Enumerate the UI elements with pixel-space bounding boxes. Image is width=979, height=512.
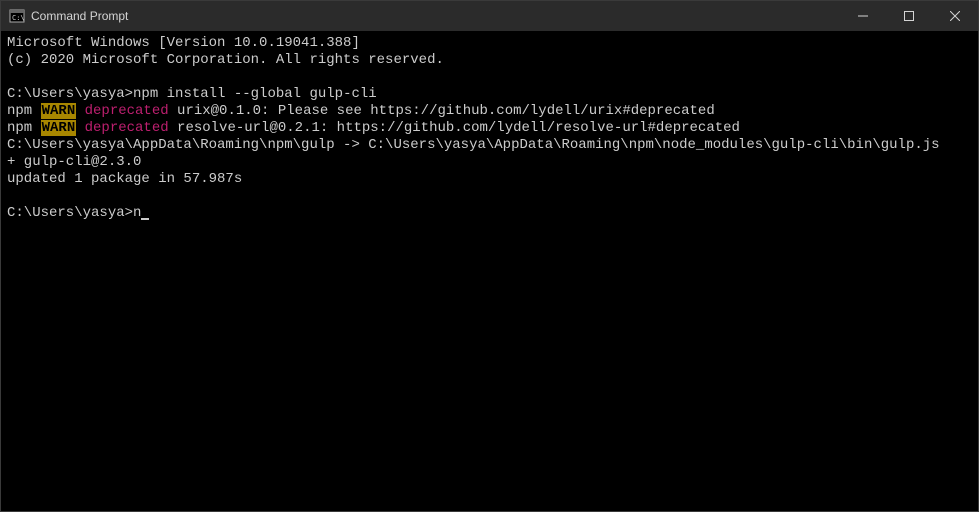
warn-badge: WARN: [41, 103, 77, 119]
deprecated-label: deprecated: [76, 103, 168, 119]
terminal-line: C:\Users\yasya\AppData\Roaming\npm\gulp …: [7, 137, 972, 154]
window-title: Command Prompt: [31, 9, 128, 23]
warn-badge: WARN: [41, 120, 77, 136]
deprecated-label: deprecated: [76, 120, 168, 136]
blank-line: [7, 69, 972, 86]
warn-message: resolve-url@0.2.1: https://github.com/ly…: [169, 120, 740, 136]
terminal-line: npm WARN deprecated urix@0.1.0: Please s…: [7, 103, 972, 120]
terminal-line: C:\Users\yasya>n: [7, 205, 972, 222]
cmd-icon: C:\: [9, 8, 25, 24]
minimize-button[interactable]: [840, 1, 886, 31]
prompt-path: C:\Users\yasya>: [7, 86, 133, 102]
command-prompt-window: C:\ Command Prompt Microsoft Windows [Ve…: [0, 0, 979, 512]
close-button[interactable]: [932, 1, 978, 31]
window-controls: [840, 1, 978, 31]
npm-prefix: npm: [7, 103, 41, 119]
terminal-line: updated 1 package in 57.987s: [7, 171, 972, 188]
title-left: C:\ Command Prompt: [9, 8, 128, 24]
warn-message: urix@0.1.0: Please see https://github.co…: [169, 103, 715, 119]
terminal-line: C:\Users\yasya>npm install --global gulp…: [7, 86, 972, 103]
terminal-line: + gulp-cli@2.3.0: [7, 154, 972, 171]
terminal-line: npm WARN deprecated resolve-url@0.2.1: h…: [7, 120, 972, 137]
terminal-line: Microsoft Windows [Version 10.0.19041.38…: [7, 35, 972, 52]
npm-prefix: npm: [7, 120, 41, 136]
typed-input: n: [133, 205, 141, 222]
terminal-line: (c) 2020 Microsoft Corporation. All righ…: [7, 52, 972, 69]
terminal-content[interactable]: Microsoft Windows [Version 10.0.19041.38…: [1, 31, 978, 511]
cursor-icon: [141, 218, 149, 220]
command-text: npm install --global gulp-cli: [133, 86, 377, 102]
prompt-path: C:\Users\yasya>: [7, 205, 133, 222]
maximize-button[interactable]: [886, 1, 932, 31]
blank-line: [7, 188, 972, 205]
title-bar[interactable]: C:\ Command Prompt: [1, 1, 978, 31]
svg-text:C:\: C:\: [12, 14, 25, 22]
